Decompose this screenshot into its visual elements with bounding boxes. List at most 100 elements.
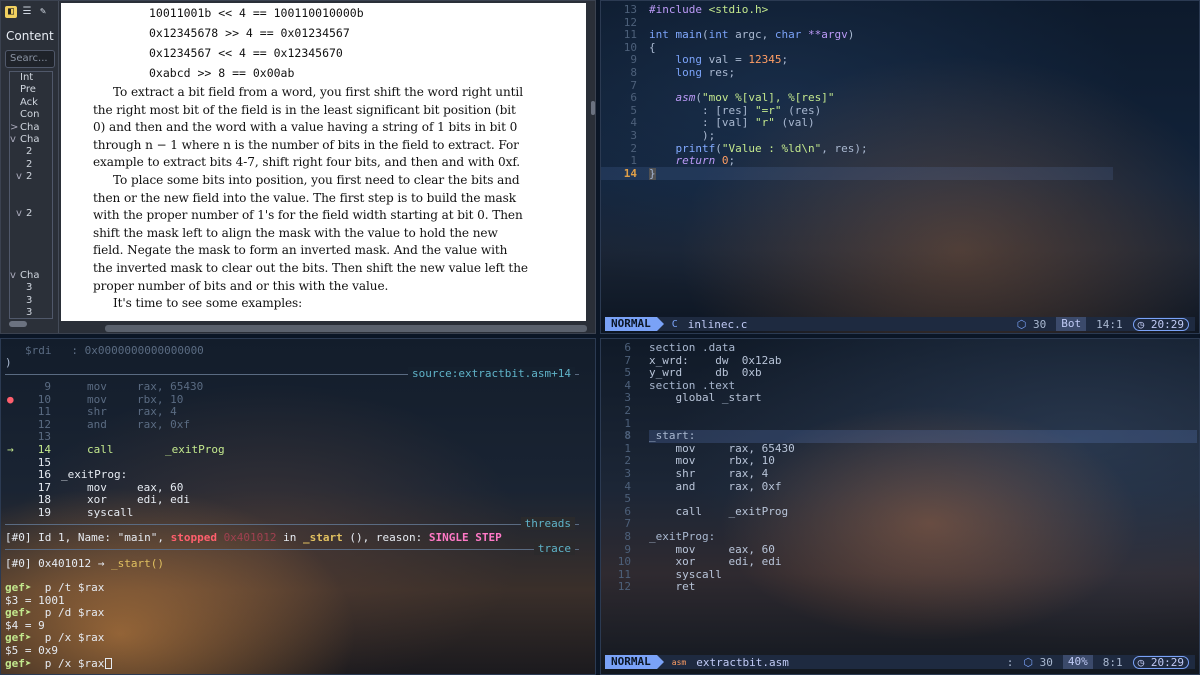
mode-indicator: NORMAL <box>605 655 657 669</box>
sidebar-scrollbar[interactable] <box>9 321 27 327</box>
code-line[interactable]: shr rax, 4 <box>649 467 768 481</box>
thread-line: [#0] Id 1, Name: "main", stopped 0x40101… <box>5 531 502 544</box>
cube-icon: ⬡ <box>1016 317 1027 331</box>
code-line[interactable]: xor edi, edi <box>649 556 781 569</box>
paragraph-line: the right most bit of the field is in th… <box>93 102 516 117</box>
paragraph-line: the inverted mask to clear out the bits.… <box>93 261 528 275</box>
chevron-icon[interactable]: v <box>10 134 16 146</box>
code-line[interactable]: global _start <box>649 392 761 405</box>
outline-item[interactable]: > Cha <box>10 122 39 134</box>
outline-item[interactable]: 2 <box>26 146 32 158</box>
chevron-icon[interactable]: v <box>10 270 16 282</box>
chevron-icon[interactable]: > <box>10 122 18 134</box>
console-line[interactable]: gef➤ p /x $rax <box>5 656 113 671</box>
code-line[interactable]: _exitProg: <box>649 530 715 544</box>
c-clock: ◷ 20:29 <box>1132 317 1189 331</box>
code-line[interactable]: ret <box>649 581 695 594</box>
asm-editor-pane[interactable]: 6 7 5 4 3 2 1 8 1 2 3 4 5 6 7 8 9 10 11 12 section .data x_w… <box>600 338 1200 675</box>
trace-prefix: [#0] 0x401012 → <box>5 557 111 570</box>
line-number: 5 <box>624 366 631 380</box>
cursor-line-highlight <box>601 167 1113 180</box>
gef-prompt: gef➤ <box>5 581 45 594</box>
thread-prefix: [#0] Id 1, Name: "main", <box>5 531 171 544</box>
outline-item[interactable]: Con <box>20 109 39 121</box>
outline-item[interactable]: v2 <box>16 171 32 183</box>
pane-splitter-handle[interactable] <box>591 101 595 115</box>
source-line-number: 9 <box>44 380 51 393</box>
outline-item[interactable]: 2 <box>26 159 32 171</box>
outline-item[interactable]: Pre <box>20 84 36 96</box>
code-line[interactable]: long res; <box>649 66 736 80</box>
outline-item[interactable]: 3 <box>26 282 32 294</box>
code-line[interactable]: #include <stdio.h> <box>649 3 768 17</box>
asm-colon: : <box>1006 655 1014 669</box>
source-mnemonic: call <box>87 443 114 456</box>
code-line[interactable]: return 0; <box>649 154 736 168</box>
outline-item[interactable]: 3 <box>26 307 32 318</box>
thread-addr: 0x401012 <box>223 531 277 544</box>
source-line-number: 14 <box>37 443 51 456</box>
line-number: 3 <box>624 467 631 480</box>
console-text: $5 = 0x9 <box>5 644 58 657</box>
code-line[interactable]: asm("mov %[val], %[res]" <box>649 91 835 105</box>
outline-item[interactable]: v2 <box>16 208 33 220</box>
source-mnemonic: syscall <box>87 506 134 519</box>
c-count: ⬡ 30 <box>1017 318 1046 331</box>
code-line[interactable]: int main(int argc, char **argv) <box>649 28 854 42</box>
outline-item-label: 2 <box>26 208 33 219</box>
clock-icon: ◷ <box>1137 317 1145 331</box>
thread-reason: SINGLE STEP <box>428 531 502 544</box>
outline-item[interactable]: Ack <box>20 97 38 109</box>
source-row: 12 and rax, 0xf <box>1 417 581 432</box>
trace-line: [#0] 0x401012 → _start() <box>5 557 164 570</box>
line-number: 6 <box>624 341 631 354</box>
console-text: $3 = 1001 <box>5 593 65 607</box>
asm-language-icon: asm <box>671 657 687 667</box>
threads-separator <box>5 524 579 525</box>
gef-prompt: gef➤ <box>5 631 45 645</box>
horizontal-scrollbar[interactable] <box>105 325 587 332</box>
asm-filename: extractbit.asm <box>696 655 789 669</box>
sidebar-title: Content <box>6 29 54 43</box>
outline-item[interactable]: Int <box>20 72 33 84</box>
source-row: 9 mov rax, 65430 <box>1 380 581 394</box>
source-operands: rax, 0xf <box>137 417 190 431</box>
code-line[interactable]: y_wrd db 0xb <box>649 367 762 380</box>
outline-icon[interactable]: ☰ <box>21 6 33 18</box>
trace-separator <box>5 549 579 550</box>
line-number: 8 <box>624 530 631 543</box>
code-line[interactable]: and rax, 0xf <box>649 480 781 494</box>
c-count-value: 30 <box>1033 317 1047 331</box>
source-label: source:extractbit.asm+14 <box>408 367 575 380</box>
pen-icon[interactable]: ✎ <box>37 6 49 18</box>
terminal-cursor <box>105 658 113 670</box>
line-number: 2 <box>624 404 631 417</box>
asm-count: ⬡ 30 <box>1023 656 1052 669</box>
code-line[interactable]: call _exitProg <box>649 505 788 519</box>
sidebar-search-input[interactable]: Searc... <box>5 50 55 68</box>
c-editor-pane[interactable]: 13 12 11 10 9 8 7 6 5 4 3 2 1 14 #include <stdio.h> in… <box>600 0 1200 334</box>
c-cursor-position: 14:1 <box>1096 317 1123 331</box>
gdb-terminal-pane[interactable]: $rdi : 0x0000000000000000 ) source:extra… <box>0 338 596 675</box>
bookmark-icon[interactable]: ◧ <box>5 6 17 18</box>
outline-item[interactable]: v Cha <box>10 134 39 146</box>
chevron-icon[interactable]: v <box>16 208 22 220</box>
register-line: $rdi : 0x0000000000000000 <box>25 344 204 357</box>
console-text: $4 = 9 <box>5 618 45 632</box>
asm-percent: 40% <box>1062 655 1093 669</box>
outline-item[interactable]: 3 <box>26 295 32 307</box>
outline-item[interactable]: v Cha <box>10 270 39 282</box>
c-clock-value: 20:29 <box>1150 317 1184 331</box>
line-number: 10 <box>617 555 631 569</box>
cursor-line-highlight <box>649 430 1197 443</box>
thread-func: _start <box>303 531 343 544</box>
console-text: p /x $rax <box>44 656 105 670</box>
source-row: → 14 call _exitProg <box>1 443 581 457</box>
breakpoint-icon[interactable]: ● <box>7 393 14 407</box>
code-line[interactable]: section .data <box>649 341 735 355</box>
source-mnemonic: and <box>87 417 107 431</box>
chevron-icon[interactable]: v <box>16 171 22 183</box>
pdf-viewer-pane: ◧ ☰ ✎ Content Searc... Int Pre Ack Con > Cha v… <box>0 0 596 334</box>
source-line-number: 11 <box>37 405 51 419</box>
code-line[interactable]: _start: <box>649 430 695 443</box>
